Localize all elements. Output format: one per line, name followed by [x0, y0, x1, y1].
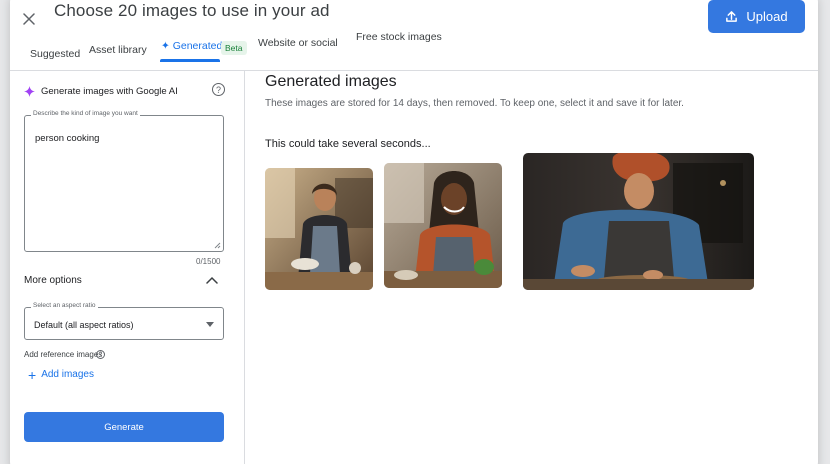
- more-options-label[interactable]: More options: [24, 275, 82, 286]
- generated-images-area: Generated images These images are stored…: [245, 71, 818, 464]
- tab-generated[interactable]: ✦ Generated: [161, 40, 222, 52]
- close-button[interactable]: [18, 8, 40, 30]
- generated-image-1[interactable]: [265, 168, 373, 290]
- dialog-title: Choose 20 images to use in your ad: [54, 1, 330, 20]
- add-images-button[interactable]: + Add images: [28, 366, 94, 383]
- prompt-label: Describe the kind of image you want: [31, 110, 140, 117]
- aspect-ratio-value: Default (all aspect ratios): [34, 320, 134, 330]
- prompt-textarea[interactable]: Describe the kind of image you want pers…: [24, 110, 224, 252]
- upload-icon: [726, 11, 738, 22]
- sparkle-icon: [24, 86, 35, 97]
- generate-heading-row: Generate images with Google AI ?: [24, 83, 230, 103]
- tab-bar: Suggested Asset library ✦ Generated Webs…: [10, 31, 818, 69]
- main-subtitle: These images are stored for 14 days, the…: [265, 98, 684, 109]
- add-images-label: Add images: [41, 369, 94, 380]
- reference-images-label: Add reference images: [24, 350, 103, 359]
- character-count: 0/1500: [196, 257, 221, 266]
- tab-asset-library[interactable]: Asset library: [89, 44, 147, 56]
- main-title: Generated images: [265, 73, 397, 90]
- help-icon[interactable]: ?: [212, 83, 225, 96]
- active-tab-indicator: [160, 59, 220, 62]
- beta-badge: Beta: [221, 41, 247, 55]
- generate-heading: Generate images with Google AI: [41, 86, 178, 97]
- tab-suggested[interactable]: Suggested: [30, 48, 80, 60]
- resize-handle-icon[interactable]: [214, 242, 221, 249]
- tab-website-or-social[interactable]: Website or social: [258, 37, 338, 49]
- generate-label: Generate: [104, 421, 144, 433]
- choose-images-dialog: Choose 20 images to use in your ad Uploa…: [10, 0, 818, 464]
- loading-status: This could take several seconds...: [265, 138, 431, 150]
- generate-panel: Generate images with Google AI ? Describ…: [10, 71, 244, 464]
- generated-image-3[interactable]: [523, 153, 754, 290]
- prompt-value: person cooking: [35, 133, 100, 144]
- upload-button[interactable]: Upload: [708, 0, 805, 33]
- close-icon: [23, 13, 35, 25]
- dropdown-caret-icon: [206, 322, 214, 327]
- plus-icon: +: [28, 366, 37, 383]
- reference-help-icon[interactable]: ?: [96, 350, 105, 359]
- upload-label: Upload: [746, 9, 788, 24]
- aspect-ratio-select[interactable]: Select an aspect ratio Default (all aspe…: [24, 302, 224, 340]
- aspect-ratio-label: Select an aspect ratio: [31, 302, 98, 309]
- tab-free-stock-images[interactable]: Free stock images: [356, 31, 442, 43]
- generated-image-2[interactable]: [384, 163, 502, 288]
- chevron-up-icon[interactable]: [206, 276, 218, 284]
- generate-button[interactable]: Generate: [24, 412, 224, 442]
